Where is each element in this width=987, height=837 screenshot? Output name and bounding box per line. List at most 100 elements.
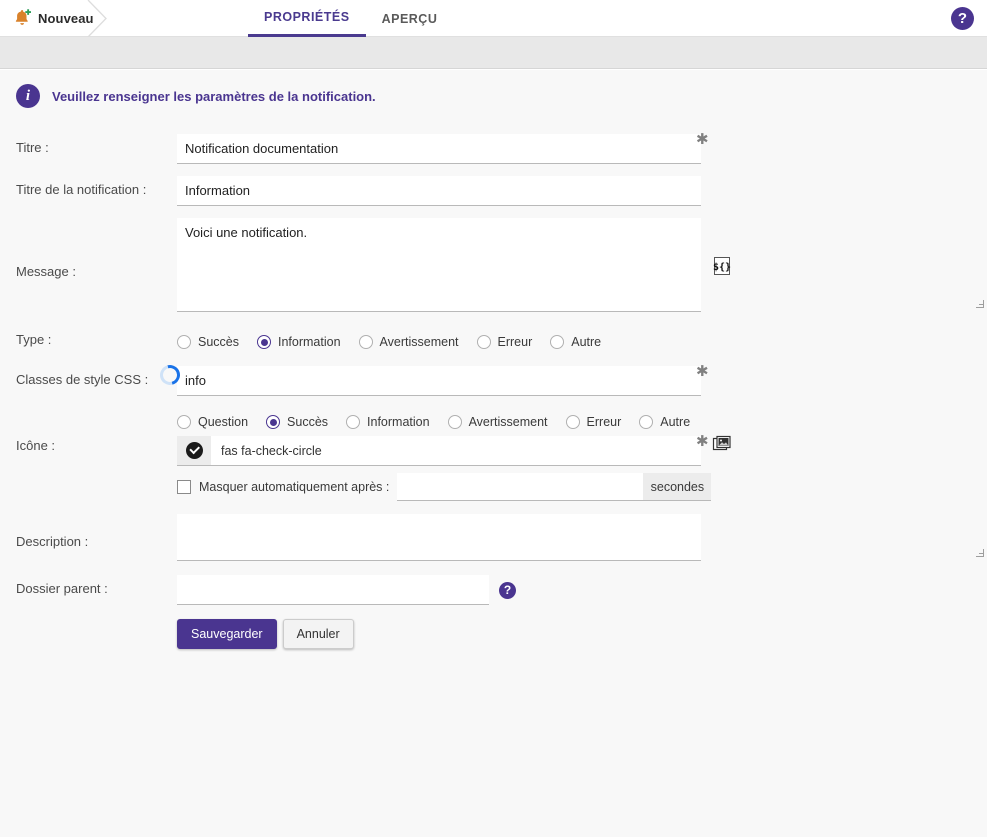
help-icon-glyph: ? [957, 10, 968, 27]
type-radio-autre-label: Autre [571, 335, 602, 349]
auto-hide-delay-input[interactable] [397, 473, 644, 501]
title-input[interactable] [177, 134, 701, 164]
field-row-description: Description : [16, 514, 987, 561]
action-buttons: Sauvegarder Annuler [177, 613, 987, 649]
radio-icon [358, 335, 373, 349]
icon-radio-information-label: Information [367, 415, 430, 429]
info-banner: i Veuillez renseigner les paramètres de … [0, 70, 987, 122]
field-row-notification-title: Titre de la notification : [16, 176, 987, 206]
app-header: Nouveau PROPRIÉTÉS APERÇU ? [0, 0, 987, 37]
help-icon[interactable]: ? [951, 7, 974, 30]
notification-form: Titre : ✱ Titre de la notification : Mes… [0, 131, 987, 649]
label-title: Titre : [16, 140, 49, 155]
radio-icon [346, 415, 361, 429]
image-picker-icon[interactable] [712, 434, 732, 454]
radio-icon [550, 335, 565, 349]
radio-icon [639, 415, 654, 429]
field-row-actions: Sauvegarder Annuler [16, 613, 987, 649]
info-banner-text: Veuillez renseigner les paramètres de la… [52, 88, 376, 104]
auto-hide-unit-label: secondes [643, 473, 712, 501]
tab-proprietes-label: PROPRIÉTÉS [264, 10, 350, 24]
control-description [177, 514, 987, 561]
icon-radio-autre[interactable]: Autre [639, 415, 690, 429]
expression-button[interactable]: ${} [712, 256, 732, 276]
control-type: Succès Information Avertissement Erreur [177, 326, 987, 356]
radio-selected-icon [266, 415, 281, 429]
field-row-message: Message : Voici une notification. ${} [16, 218, 987, 312]
radio-selected-icon [257, 335, 271, 349]
icon-radio-question-label: Question [198, 415, 249, 429]
type-radio-succes[interactable]: Succès [177, 335, 239, 349]
auto-hide-label: Masquer automatiquement après : [199, 480, 390, 494]
field-row-parent-folder: Dossier parent : ? [16, 575, 987, 605]
radio-icon [177, 415, 191, 429]
type-radio-avertissement[interactable]: Avertissement [358, 335, 459, 349]
parent-folder-input[interactable] [177, 575, 489, 605]
auto-hide-delay-wrap: secondes [397, 473, 712, 501]
css-classes-input[interactable] [177, 366, 701, 396]
label-actions-spacer [16, 613, 177, 619]
notification-title-input[interactable] [177, 176, 701, 206]
type-radio-erreur-label: Erreur [497, 335, 533, 349]
tab-bar: PROPRIÉTÉS APERÇU [248, 0, 453, 37]
tab-proprietes[interactable]: PROPRIÉTÉS [248, 0, 366, 37]
css-classes-required-marker: ✱ [696, 363, 709, 380]
control-actions: Sauvegarder Annuler [177, 613, 987, 649]
control-notification-title [177, 176, 987, 206]
radio-icon [177, 335, 191, 349]
bell-plus-icon [12, 8, 32, 28]
icon-class-input-wrap[interactable]: fas fa-check-circle [177, 436, 701, 466]
breadcrumb[interactable]: Nouveau [0, 0, 94, 36]
auto-hide-checkbox[interactable] [177, 480, 191, 494]
parent-folder-help-icon[interactable]: ? [499, 581, 516, 599]
label-description: Description : [16, 534, 89, 549]
info-icon: i [16, 84, 40, 108]
radio-icon [447, 415, 462, 429]
textarea-resize-grip[interactable] [975, 299, 985, 309]
message-textarea[interactable]: Voici une notification. [177, 218, 701, 312]
textarea-resize-grip[interactable] [975, 548, 985, 558]
save-button[interactable]: Sauvegarder [177, 619, 277, 649]
control-title: ✱ [177, 131, 987, 164]
label-type: Type : [16, 332, 52, 347]
field-row-icon: Icône : Question Succès Information Aver… [16, 406, 987, 502]
svg-text:${}: ${} [713, 262, 731, 273]
icon-required-marker: ✱ [696, 433, 709, 450]
label-css-classes: Classes de style CSS : [16, 372, 149, 387]
icon-radio-group: Question Succès Information Avertissemen… [177, 406, 987, 436]
label-parent-folder: Dossier parent : [16, 581, 108, 596]
label-message: Message : [16, 264, 76, 279]
control-css-classes: ✱ [177, 363, 987, 396]
type-radio-information[interactable]: Information [257, 335, 341, 349]
description-textarea[interactable] [177, 514, 701, 561]
type-radio-information-label: Information [278, 335, 341, 349]
type-radio-erreur[interactable]: Erreur [476, 335, 533, 349]
type-radio-group: Succès Information Avertissement Erreur [177, 326, 987, 356]
title-required-marker: ✱ [696, 131, 709, 148]
label-notification-title: Titre de la notification : [16, 182, 147, 197]
icon-radio-question[interactable]: Question [177, 415, 248, 429]
icon-radio-information[interactable]: Information [346, 415, 430, 429]
type-radio-autre[interactable]: Autre [550, 335, 601, 349]
parent-folder-help-glyph: ? [503, 583, 512, 597]
breadcrumb-chevron-icon [86, 0, 110, 37]
type-radio-avertissement-label: Avertissement [379, 335, 459, 349]
tab-apercu[interactable]: APERÇU [366, 0, 454, 37]
icon-radio-succes-label: Succès [287, 415, 329, 429]
control-message: Voici une notification. ${} [177, 218, 987, 312]
icon-radio-erreur-label: Erreur [586, 415, 622, 429]
radio-icon [476, 335, 491, 349]
icon-radio-avertissement[interactable]: Avertissement [447, 415, 548, 429]
tab-apercu-label: APERÇU [381, 11, 438, 26]
control-icon: Question Succès Information Avertissemen… [177, 406, 987, 502]
icon-radio-erreur[interactable]: Erreur [565, 415, 622, 429]
control-parent-folder: ? [177, 575, 987, 605]
cancel-button[interactable]: Annuler [282, 619, 354, 649]
icon-radio-succes[interactable]: Succès [266, 415, 328, 429]
type-radio-succes-label: Succès [198, 335, 239, 349]
icon-preview [177, 436, 211, 465]
field-row-type: Type : Succès Information Avertissement [16, 326, 987, 356]
check-circle-icon [185, 442, 203, 459]
radio-icon [565, 415, 580, 429]
parent-folder-inline: ? [177, 575, 987, 605]
